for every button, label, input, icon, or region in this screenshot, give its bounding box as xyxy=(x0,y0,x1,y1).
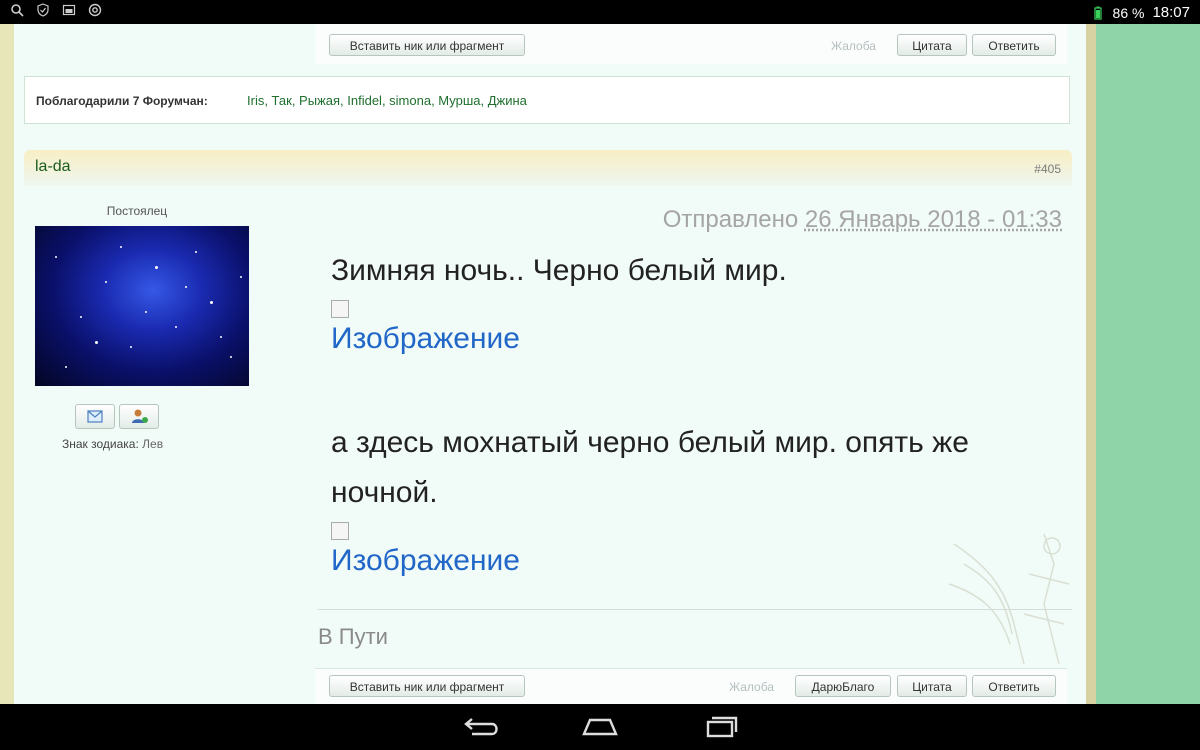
post-actions-top: Вставить ник или фрагмент Жалоба Цитата … xyxy=(315,24,1067,64)
thanks-names[interactable]: Iris, Так, Рыжая, Infidel, simona, Мурша… xyxy=(247,93,527,108)
avatar[interactable] xyxy=(35,226,249,386)
battery-icon xyxy=(1093,6,1102,20)
recent-apps-icon[interactable] xyxy=(690,712,750,742)
post-line-2: а здесь мохнатый черно белый мир. опять … xyxy=(331,426,969,459)
status-bar: 86 % 18:07 xyxy=(0,0,1200,24)
image-link-2[interactable]: Изображение xyxy=(331,544,520,578)
insert-nick-button[interactable]: Вставить ник или фрагмент xyxy=(329,34,525,56)
home-icon[interactable] xyxy=(570,712,630,742)
user-icon xyxy=(132,409,148,423)
reply-button[interactable]: Ответить xyxy=(972,675,1056,697)
image-link-1[interactable]: Изображение xyxy=(331,322,520,356)
user-rank: Постоялец xyxy=(106,204,168,218)
author-name[interactable]: la-da xyxy=(35,158,71,176)
post-actions-bottom: Вставить ник или фрагмент Жалоба ДарюБла… xyxy=(315,668,1067,705)
sent-date[interactable]: 26 Январь 2018 - 01:33 xyxy=(805,206,1062,233)
post-line-3: ночной. xyxy=(331,476,438,509)
quote-button[interactable]: Цитата xyxy=(897,675,967,697)
image-icon xyxy=(62,4,76,16)
browser-page: Вставить ник или фрагмент Жалоба Цитата … xyxy=(0,24,1200,705)
view-profile-button[interactable] xyxy=(119,404,159,429)
thanks-label: Поблагодарили 7 Форумчан: xyxy=(36,94,208,108)
broken-image-icon xyxy=(331,300,349,318)
forum-content: Вставить ник или фрагмент Жалоба Цитата … xyxy=(14,24,1086,705)
shield-icon xyxy=(37,3,49,17)
signature: В Пути xyxy=(318,624,388,649)
clock: 18:07 xyxy=(1152,4,1190,21)
page-left-border xyxy=(0,24,15,704)
sent-label: Отправлено xyxy=(662,206,799,233)
zodiac-value: Лев xyxy=(142,437,164,451)
quote-button[interactable]: Цитата xyxy=(897,34,967,56)
send-message-button[interactable] xyxy=(75,404,115,429)
back-icon[interactable] xyxy=(450,712,510,742)
complain-link[interactable]: Жалоба xyxy=(729,680,774,694)
insert-nick-button[interactable]: Вставить ник или фрагмент xyxy=(329,675,525,697)
zodiac-field: Знак зодиака: Лев xyxy=(62,437,163,451)
envelope-icon xyxy=(87,410,103,423)
navigation-bar xyxy=(0,704,1200,750)
complain-link[interactable]: Жалоба xyxy=(831,39,876,53)
page-right-border xyxy=(1086,24,1096,704)
search-icon xyxy=(11,4,24,17)
zodiac-label: Знак зодиака: xyxy=(62,437,139,451)
thank-button[interactable]: ДарюБлаго xyxy=(795,675,891,697)
post-date: Отправлено 26 Январь 2018 - 01:33 xyxy=(663,206,1062,234)
thanks-box: Поблагодарили 7 Форумчан: Iris, Так, Рыж… xyxy=(24,76,1070,124)
at-icon xyxy=(88,3,102,17)
reply-button[interactable]: Ответить xyxy=(972,34,1056,56)
broken-image-icon xyxy=(331,522,349,540)
egyptian-ornament xyxy=(948,533,1070,665)
post-number[interactable]: #405 xyxy=(1034,162,1061,176)
battery-level: 86 % xyxy=(1112,4,1145,21)
post-header: la-da #405 xyxy=(24,150,1072,186)
post-line-1: Зимняя ночь.. Черно белый мир. xyxy=(331,254,787,287)
